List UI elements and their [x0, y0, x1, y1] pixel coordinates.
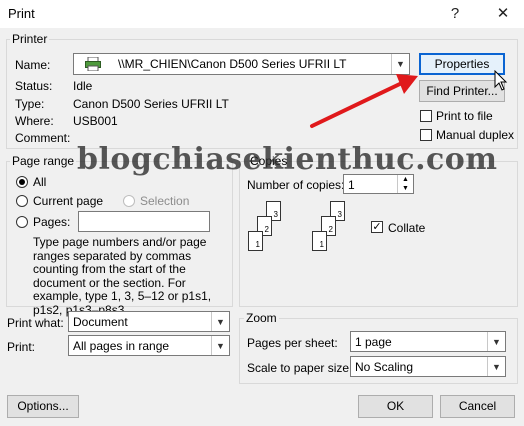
cancel-button[interactable]: Cancel	[440, 395, 515, 418]
pages-input[interactable]	[78, 211, 210, 232]
watermark: blogchiasekienthuc.com	[77, 142, 498, 177]
number-of-copies-label: Number of copies:	[247, 178, 345, 192]
scale-value: No Scaling	[355, 360, 414, 374]
current-page-label: Current page	[33, 194, 104, 208]
spin-down-icon[interactable]: ▼	[397, 184, 413, 193]
collate-checkbox[interactable]: ✓	[371, 221, 383, 233]
collate-label: Collate	[388, 221, 426, 235]
current-page-radio[interactable]	[16, 195, 28, 207]
pages-per-sheet-label: Pages per sheet:	[247, 336, 338, 350]
print-select[interactable]: All pages in range ▼	[68, 335, 230, 356]
print-label: Print:	[7, 340, 36, 354]
print-what-label: Print what:	[7, 316, 64, 330]
page-range-help: Type page numbers and/or page ranges sep…	[33, 235, 212, 317]
print-value: All pages in range	[73, 339, 170, 353]
scale-select[interactable]: No Scaling ▼	[350, 356, 506, 377]
copies-spinner[interactable]: 1 ▲ ▼	[343, 174, 414, 194]
print-what-select[interactable]: Document ▼	[68, 311, 230, 332]
chevron-down-icon[interactable]: ▼	[211, 312, 229, 331]
copies-value: 1	[348, 178, 355, 192]
scale-label: Scale to paper size:	[247, 361, 353, 375]
all-radio[interactable]	[16, 176, 28, 188]
chevron-down-icon[interactable]: ▼	[487, 357, 505, 376]
page-sheet-icon: 1	[312, 231, 327, 251]
selection-label: Selection	[140, 194, 190, 208]
print-what-value: Document	[73, 315, 128, 329]
pages-radio[interactable]	[16, 216, 28, 228]
options-button[interactable]: Options...	[7, 395, 79, 418]
all-label: All	[33, 175, 47, 189]
pages-per-sheet-value: 1 page	[355, 335, 392, 349]
zoom-group-label: Zoom	[244, 311, 279, 325]
selection-radio[interactable]	[123, 195, 135, 207]
ok-button[interactable]: OK	[358, 395, 433, 418]
chevron-down-icon[interactable]: ▼	[487, 332, 505, 351]
pages-label: Pages:	[33, 215, 71, 229]
pages-per-sheet-select[interactable]: 1 page ▼	[350, 331, 506, 352]
page-sheet-icon: 1	[248, 231, 263, 251]
chevron-down-icon[interactable]: ▼	[211, 336, 229, 355]
page-range-group-label: Page range	[10, 154, 77, 168]
